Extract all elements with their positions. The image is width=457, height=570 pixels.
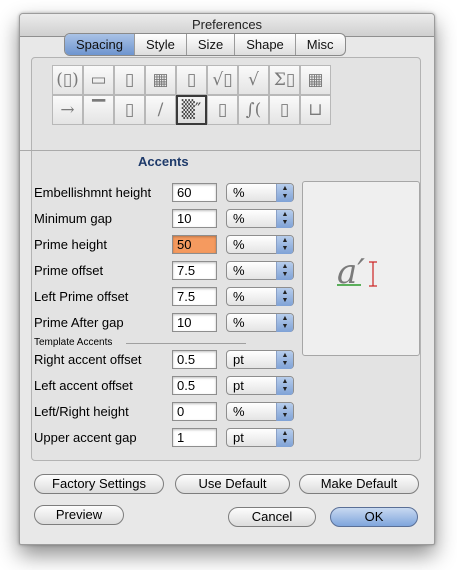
left-right-height-input[interactable]: 0 [172, 402, 217, 421]
subscript-superscript-icon[interactable]: ▦ [145, 65, 176, 95]
stepper-arrows-icon: ▲ ▼ [276, 403, 293, 421]
preview-glyph: a′ [337, 252, 365, 292]
unit-value: % [233, 237, 245, 252]
unit-value: % [233, 404, 245, 419]
preview-button[interactable]: Preview [34, 505, 124, 525]
stepper-arrows-icon: ▲ ▼ [276, 262, 293, 280]
tab-shape[interactable]: Shape [235, 34, 296, 55]
fraction-icon[interactable]: ▭ [83, 65, 114, 95]
stepper-arrows-icon: ▲ ▼ [276, 351, 293, 369]
tab-size[interactable]: Size [187, 34, 236, 55]
stack-icon[interactable]: ▯ [114, 65, 145, 95]
dotted-box-icon[interactable]: ▯ [269, 95, 300, 125]
stepper-arrows-icon: ▲ ▼ [276, 236, 293, 254]
prime-offset-unit-select[interactable]: % ▲ ▼ [226, 261, 294, 280]
matrix-icon[interactable]: ▦ [300, 65, 331, 95]
unit-value: % [233, 211, 245, 226]
minimum-gap-input[interactable]: 10 [172, 209, 217, 228]
arrow-over-icon[interactable]: → [52, 95, 83, 125]
field-label-prime-height: Prime height [34, 237, 107, 252]
left-right-height-unit-select[interactable]: % ▲ ▼ [226, 402, 294, 421]
template-icon-toolbar: (▯) ▭ ▯ ▦ ▯ √▯ √ Σ▯ ▦ → ▔ ▯ / ▒″ ▯ ∫( ▯ … [52, 65, 331, 125]
tab-style[interactable]: Style [135, 34, 187, 55]
stepper-arrows-icon: ▲ ▼ [276, 429, 293, 447]
unit-value: % [233, 315, 245, 330]
field-label-prime-offset: Prime offset [34, 263, 104, 278]
prime-offset-input[interactable]: 7.5 [172, 261, 217, 280]
slash-icon[interactable]: / [145, 95, 176, 125]
sqrt-box-icon[interactable]: √▯ [207, 65, 238, 95]
tab-spacing[interactable]: Spacing [65, 34, 135, 55]
upper-accent-gap-input[interactable]: 1 [172, 428, 217, 447]
stepper-arrows-icon: ▲ ▼ [276, 288, 293, 306]
template-accents-divider [126, 343, 246, 344]
accent-preview-graphic: a′ [337, 252, 377, 292]
embellishment-height-unit-select[interactable]: % ▲ ▼ [226, 183, 294, 202]
accent-preview-box: a′ [302, 181, 420, 356]
field-label-upper-accent-gap: Upper accent gap [34, 430, 137, 445]
radical-icon[interactable]: √ [238, 65, 269, 95]
boxed-icon[interactable]: ▯ [114, 95, 145, 125]
unit-value: % [233, 289, 245, 304]
summation-icon[interactable]: Σ▯ [269, 65, 300, 95]
field-label-prime-after-gap: Prime After gap [34, 315, 124, 330]
right-accent-offset-input[interactable]: 0.5 [172, 350, 217, 369]
field-label-left-prime-offset: Left Prime offset [34, 289, 129, 304]
stepper-arrows-icon: ▲ ▼ [276, 314, 293, 332]
section-divider [20, 150, 420, 151]
ok-button[interactable]: OK [330, 507, 418, 527]
prime-height-input[interactable]: 50 [172, 235, 217, 254]
factory-settings-button[interactable]: Factory Settings [34, 474, 164, 494]
left-accent-offset-unit-select[interactable]: pt ▲ ▼ [226, 376, 294, 395]
field-label-minimum-gap: Minimum gap [34, 211, 113, 226]
field-label-embellishment-height: Embellishmnt height [34, 185, 152, 200]
accent-prime-icon[interactable]: ▒″ [176, 95, 207, 125]
right-accent-offset-unit-select[interactable]: pt ▲ ▼ [226, 350, 294, 369]
field-label-right-accent-offset: Right accent offset [34, 352, 142, 367]
cancel-button[interactable]: Cancel [228, 507, 316, 527]
upper-accent-gap-unit-select[interactable]: pt ▲ ▼ [226, 428, 294, 447]
unit-value: pt [233, 352, 244, 367]
tab-bar: Spacing Style Size Shape Misc [64, 33, 346, 56]
unit-value: % [233, 185, 245, 200]
underbracket-icon[interactable]: ⊔ [300, 95, 331, 125]
script-icon[interactable]: ▯ [207, 95, 238, 125]
make-default-button[interactable]: Make Default [299, 474, 419, 494]
unit-value: pt [233, 430, 244, 445]
tab-misc[interactable]: Misc [296, 34, 345, 55]
prime-height-unit-select[interactable]: % ▲ ▼ [226, 235, 294, 254]
stepper-arrows-icon: ▲ ▼ [276, 377, 293, 395]
use-default-button[interactable]: Use Default [175, 474, 290, 494]
unit-value: % [233, 263, 245, 278]
field-label-left-right-height: Left/Right height [34, 404, 129, 419]
template-accents-heading: Template Accents [34, 337, 113, 348]
parentheses-icon[interactable]: (▯) [52, 65, 83, 95]
overbar-icon[interactable]: ▔ [83, 95, 114, 125]
embellishment-height-input[interactable]: 60 [172, 183, 217, 202]
icon-row-1: (▯) ▭ ▯ ▦ ▯ √▯ √ Σ▯ ▦ [52, 65, 331, 95]
stepper-arrows-icon: ▲ ▼ [276, 184, 293, 202]
icon-row-2: → ▔ ▯ / ▒″ ▯ ∫( ▯ ⊔ [52, 95, 331, 125]
unit-value: pt [233, 378, 244, 393]
prime-after-gap-unit-select[interactable]: % ▲ ▼ [226, 313, 294, 332]
left-accent-offset-input[interactable]: 0.5 [172, 376, 217, 395]
section-title-accents: Accents [138, 154, 189, 169]
integral-icon[interactable]: ∫( [238, 95, 269, 125]
limits-icon[interactable]: ▯ [176, 65, 207, 95]
prime-after-gap-input[interactable]: 10 [172, 313, 217, 332]
field-label-left-accent-offset: Left accent offset [34, 378, 133, 393]
left-prime-offset-unit-select[interactable]: % ▲ ▼ [226, 287, 294, 306]
stepper-arrows-icon: ▲ ▼ [276, 210, 293, 228]
minimum-gap-unit-select[interactable]: % ▲ ▼ [226, 209, 294, 228]
left-prime-offset-input[interactable]: 7.5 [172, 287, 217, 306]
